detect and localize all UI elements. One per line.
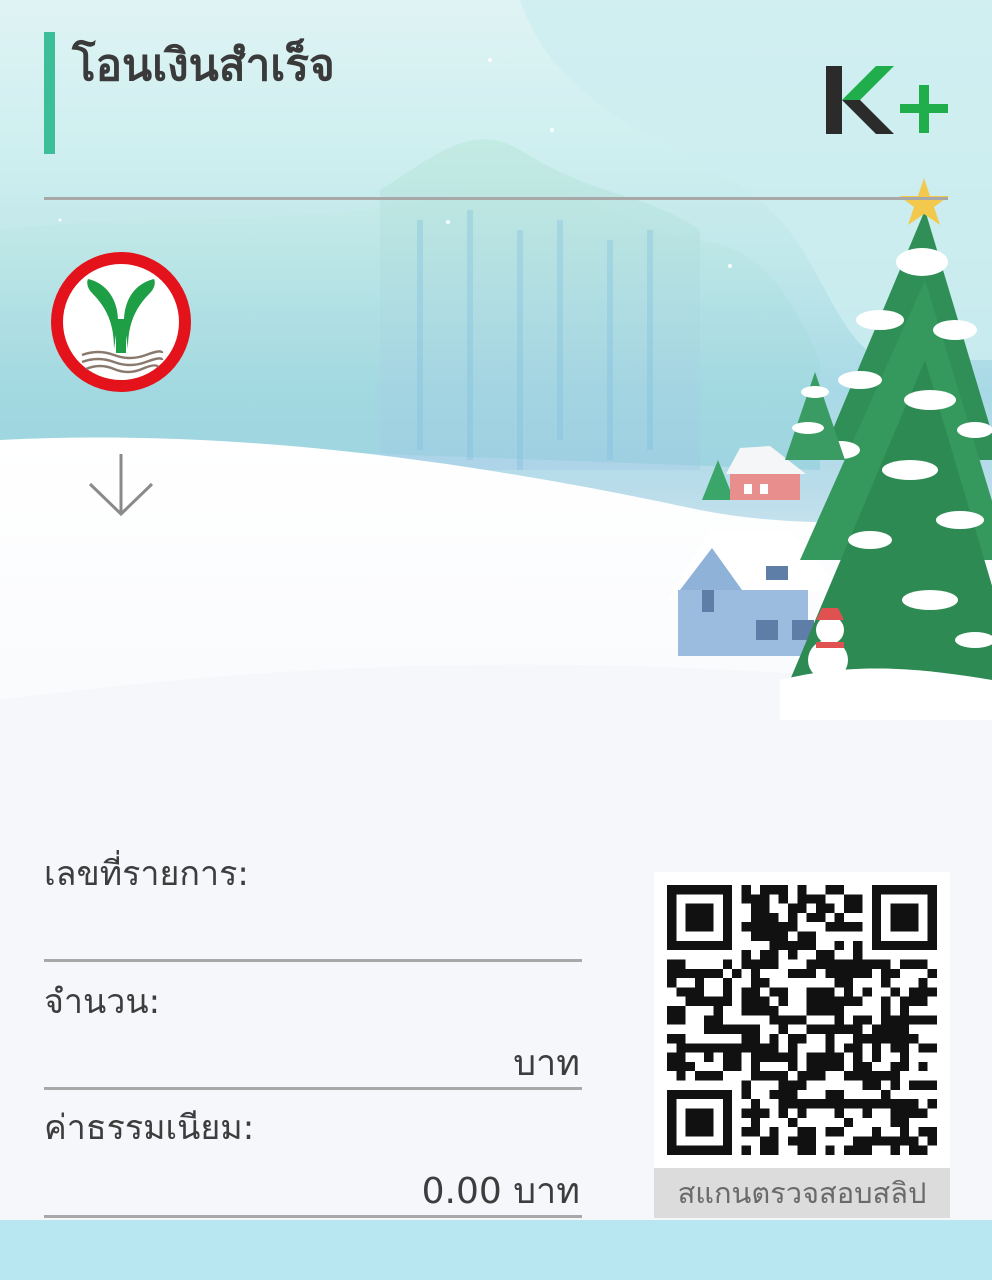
page-title: โอนเงินสำเร็จ [72, 40, 335, 91]
qr-code[interactable] [667, 885, 937, 1155]
amount-value: บาท [513, 1043, 580, 1084]
arrow-down-icon [88, 454, 154, 517]
bottom-band [0, 1220, 992, 1280]
fee-label: ค่าธรรมเนียม: [44, 1108, 255, 1148]
verify-qr-panel[interactable]: สแกนตรวจสอบสลิป [654, 872, 950, 1218]
kplus-logo [826, 66, 948, 134]
amount-divider [44, 1087, 582, 1090]
reference-divider [44, 959, 582, 962]
transfer-slip: โอนเงินสำเร็จ เลขที่รายการ: จำนวน: บาท ค… [0, 0, 992, 1220]
header-divider [44, 197, 948, 200]
amount-label: จำนวน: [44, 982, 161, 1022]
fee-divider [44, 1215, 582, 1218]
qr-caption: สแกนตรวจสอบสลิป [654, 1168, 950, 1218]
reference-label: เลขที่รายการ: [44, 854, 249, 894]
title-accent-bar [44, 32, 55, 154]
kasikorn-bank-logo [51, 252, 191, 392]
fee-value: 0.00 บาท [421, 1171, 580, 1212]
